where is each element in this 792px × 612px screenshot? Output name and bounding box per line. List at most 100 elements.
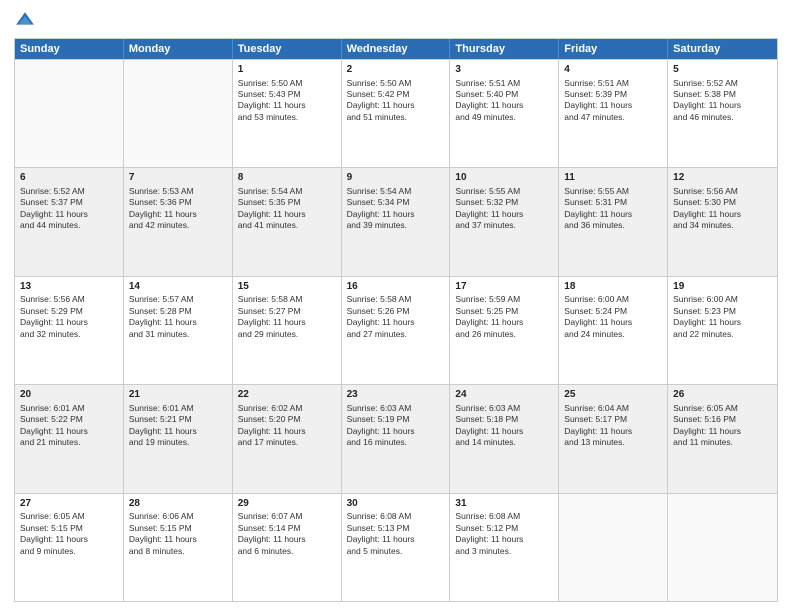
sunrise-text: Sunrise: 6:05 AM bbox=[673, 403, 772, 414]
sunrise-text: Sunrise: 6:03 AM bbox=[455, 403, 553, 414]
day-number: 23 bbox=[347, 388, 445, 402]
calendar-cell: 5Sunrise: 5:52 AMSunset: 5:38 PMDaylight… bbox=[668, 60, 777, 167]
daylight-text: Daylight: 11 hours bbox=[347, 317, 445, 328]
calendar-cell: 15Sunrise: 5:58 AMSunset: 5:27 PMDayligh… bbox=[233, 277, 342, 384]
daylight-text-cont: and 41 minutes. bbox=[238, 220, 336, 231]
daylight-text: Daylight: 11 hours bbox=[564, 100, 662, 111]
weekday-header: Monday bbox=[124, 39, 233, 59]
day-number: 4 bbox=[564, 63, 662, 77]
calendar-cell: 28Sunrise: 6:06 AMSunset: 5:15 PMDayligh… bbox=[124, 494, 233, 601]
daylight-text-cont: and 22 minutes. bbox=[673, 329, 772, 340]
day-number: 2 bbox=[347, 63, 445, 77]
logo bbox=[14, 10, 40, 32]
sunset-text: Sunset: 5:21 PM bbox=[129, 414, 227, 425]
calendar-cell: 2Sunrise: 5:50 AMSunset: 5:42 PMDaylight… bbox=[342, 60, 451, 167]
daylight-text: Daylight: 11 hours bbox=[238, 100, 336, 111]
calendar-cell: 16Sunrise: 5:58 AMSunset: 5:26 PMDayligh… bbox=[342, 277, 451, 384]
daylight-text-cont: and 26 minutes. bbox=[455, 329, 553, 340]
calendar-cell: 26Sunrise: 6:05 AMSunset: 5:16 PMDayligh… bbox=[668, 385, 777, 492]
sunrise-text: Sunrise: 6:07 AM bbox=[238, 511, 336, 522]
day-number: 17 bbox=[455, 280, 553, 294]
daylight-text-cont: and 49 minutes. bbox=[455, 112, 553, 123]
daylight-text-cont: and 31 minutes. bbox=[129, 329, 227, 340]
daylight-text: Daylight: 11 hours bbox=[455, 426, 553, 437]
day-number: 29 bbox=[238, 497, 336, 511]
sunset-text: Sunset: 5:32 PM bbox=[455, 197, 553, 208]
sunrise-text: Sunrise: 6:06 AM bbox=[129, 511, 227, 522]
day-number: 8 bbox=[238, 171, 336, 185]
sunrise-text: Sunrise: 6:05 AM bbox=[20, 511, 118, 522]
daylight-text-cont: and 32 minutes. bbox=[20, 329, 118, 340]
sunset-text: Sunset: 5:28 PM bbox=[129, 306, 227, 317]
daylight-text: Daylight: 11 hours bbox=[347, 534, 445, 545]
sunset-text: Sunset: 5:22 PM bbox=[20, 414, 118, 425]
day-number: 26 bbox=[673, 388, 772, 402]
day-number: 10 bbox=[455, 171, 553, 185]
calendar-cell: 23Sunrise: 6:03 AMSunset: 5:19 PMDayligh… bbox=[342, 385, 451, 492]
sunrise-text: Sunrise: 5:58 AM bbox=[238, 294, 336, 305]
calendar-cell: 29Sunrise: 6:07 AMSunset: 5:14 PMDayligh… bbox=[233, 494, 342, 601]
sunset-text: Sunset: 5:13 PM bbox=[347, 523, 445, 534]
daylight-text: Daylight: 11 hours bbox=[347, 426, 445, 437]
logo-icon bbox=[14, 10, 36, 32]
sunrise-text: Sunrise: 6:01 AM bbox=[20, 403, 118, 414]
sunrise-text: Sunrise: 5:58 AM bbox=[347, 294, 445, 305]
calendar-cell: 1Sunrise: 5:50 AMSunset: 5:43 PMDaylight… bbox=[233, 60, 342, 167]
sunset-text: Sunset: 5:23 PM bbox=[673, 306, 772, 317]
daylight-text-cont: and 29 minutes. bbox=[238, 329, 336, 340]
sunset-text: Sunset: 5:27 PM bbox=[238, 306, 336, 317]
sunrise-text: Sunrise: 5:52 AM bbox=[20, 186, 118, 197]
day-number: 7 bbox=[129, 171, 227, 185]
day-number: 31 bbox=[455, 497, 553, 511]
calendar-cell: 14Sunrise: 5:57 AMSunset: 5:28 PMDayligh… bbox=[124, 277, 233, 384]
sunrise-text: Sunrise: 6:08 AM bbox=[347, 511, 445, 522]
daylight-text-cont: and 37 minutes. bbox=[455, 220, 553, 231]
daylight-text: Daylight: 11 hours bbox=[673, 209, 772, 220]
sunset-text: Sunset: 5:24 PM bbox=[564, 306, 662, 317]
daylight-text-cont: and 5 minutes. bbox=[347, 546, 445, 557]
calendar-cell: 27Sunrise: 6:05 AMSunset: 5:15 PMDayligh… bbox=[15, 494, 124, 601]
sunset-text: Sunset: 5:40 PM bbox=[455, 89, 553, 100]
daylight-text: Daylight: 11 hours bbox=[455, 317, 553, 328]
daylight-text: Daylight: 11 hours bbox=[455, 100, 553, 111]
calendar-cell: 19Sunrise: 6:00 AMSunset: 5:23 PMDayligh… bbox=[668, 277, 777, 384]
sunrise-text: Sunrise: 6:08 AM bbox=[455, 511, 553, 522]
sunset-text: Sunset: 5:42 PM bbox=[347, 89, 445, 100]
daylight-text-cont: and 6 minutes. bbox=[238, 546, 336, 557]
sunset-text: Sunset: 5:14 PM bbox=[238, 523, 336, 534]
sunrise-text: Sunrise: 6:01 AM bbox=[129, 403, 227, 414]
sunrise-text: Sunrise: 6:00 AM bbox=[673, 294, 772, 305]
calendar-cell: 9Sunrise: 5:54 AMSunset: 5:34 PMDaylight… bbox=[342, 168, 451, 275]
daylight-text-cont: and 8 minutes. bbox=[129, 546, 227, 557]
sunrise-text: Sunrise: 5:51 AM bbox=[564, 78, 662, 89]
daylight-text: Daylight: 11 hours bbox=[129, 534, 227, 545]
calendar-cell: 4Sunrise: 5:51 AMSunset: 5:39 PMDaylight… bbox=[559, 60, 668, 167]
sunrise-text: Sunrise: 5:53 AM bbox=[129, 186, 227, 197]
daylight-text-cont: and 27 minutes. bbox=[347, 329, 445, 340]
calendar-cell bbox=[668, 494, 777, 601]
calendar-header: SundayMondayTuesdayWednesdayThursdayFrid… bbox=[15, 39, 777, 59]
daylight-text: Daylight: 11 hours bbox=[238, 209, 336, 220]
daylight-text: Daylight: 11 hours bbox=[20, 209, 118, 220]
sunset-text: Sunset: 5:18 PM bbox=[455, 414, 553, 425]
daylight-text: Daylight: 11 hours bbox=[347, 100, 445, 111]
daylight-text: Daylight: 11 hours bbox=[673, 100, 772, 111]
calendar-week: 1Sunrise: 5:50 AMSunset: 5:43 PMDaylight… bbox=[15, 59, 777, 167]
daylight-text-cont: and 42 minutes. bbox=[129, 220, 227, 231]
sunset-text: Sunset: 5:12 PM bbox=[455, 523, 553, 534]
daylight-text: Daylight: 11 hours bbox=[347, 209, 445, 220]
sunset-text: Sunset: 5:26 PM bbox=[347, 306, 445, 317]
daylight-text: Daylight: 11 hours bbox=[129, 317, 227, 328]
calendar-cell: 24Sunrise: 6:03 AMSunset: 5:18 PMDayligh… bbox=[450, 385, 559, 492]
daylight-text-cont: and 17 minutes. bbox=[238, 437, 336, 448]
sunrise-text: Sunrise: 5:51 AM bbox=[455, 78, 553, 89]
weekday-header: Sunday bbox=[15, 39, 124, 59]
daylight-text-cont: and 3 minutes. bbox=[455, 546, 553, 557]
daylight-text-cont: and 39 minutes. bbox=[347, 220, 445, 231]
calendar-cell: 25Sunrise: 6:04 AMSunset: 5:17 PMDayligh… bbox=[559, 385, 668, 492]
calendar-week: 13Sunrise: 5:56 AMSunset: 5:29 PMDayligh… bbox=[15, 276, 777, 384]
daylight-text-cont: and 24 minutes. bbox=[564, 329, 662, 340]
daylight-text: Daylight: 11 hours bbox=[238, 317, 336, 328]
daylight-text-cont: and 47 minutes. bbox=[564, 112, 662, 123]
daylight-text: Daylight: 11 hours bbox=[455, 534, 553, 545]
